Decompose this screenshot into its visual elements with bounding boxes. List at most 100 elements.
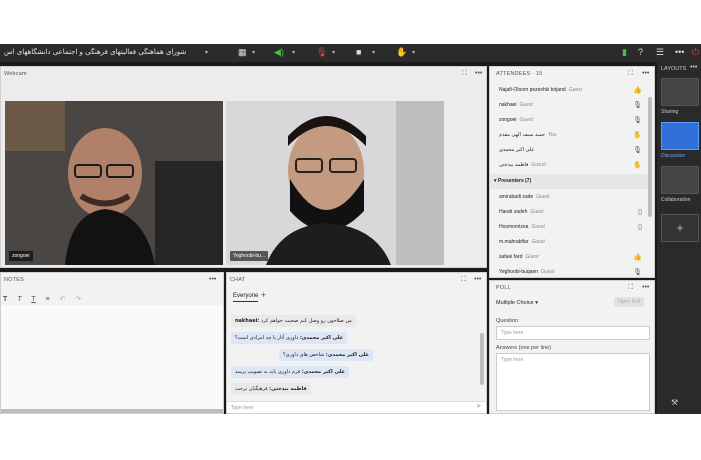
attendee-row[interactable]: amirabadi zade Guest bbox=[490, 190, 648, 205]
layout-label: Sharing bbox=[661, 109, 679, 115]
tools-icon[interactable]: ⚒ bbox=[671, 398, 678, 407]
open-poll-button[interactable]: Open Poll bbox=[614, 297, 644, 307]
attendees-pod: ATTENDEES · 15 ⛶ ••• Najafi-Oloom pezesh… bbox=[489, 66, 655, 278]
more-icon[interactable]: ••• bbox=[209, 276, 216, 283]
attendee-row[interactable]: nakhaei Guest 🎙 bbox=[490, 98, 648, 113]
power-icon[interactable]: ⏻ bbox=[692, 47, 699, 58]
question-input[interactable]: Type here bbox=[496, 326, 650, 340]
notes-scrollbar[interactable] bbox=[1, 409, 223, 413]
chat-author: علی اکبر محمدی: bbox=[299, 335, 344, 341]
notes-editor[interactable] bbox=[1, 305, 223, 413]
attendee-role: Guest bbox=[519, 117, 533, 123]
group-title: Presenters (7) bbox=[497, 178, 532, 184]
bold-button[interactable]: T bbox=[3, 296, 7, 303]
attendee-role: Guest bbox=[531, 224, 545, 230]
attendee-row[interactable]: Harati zadeh Guest ▯ bbox=[490, 205, 648, 220]
attendee-row[interactable]: zongoei Guest 🎙 bbox=[490, 113, 648, 128]
more-icon[interactable]: ••• bbox=[642, 284, 649, 291]
chevron-down-icon[interactable]: ▾ bbox=[332, 49, 335, 56]
attendee-role: Guest bbox=[531, 239, 545, 245]
grid-icon[interactable]: ▦ bbox=[238, 47, 247, 58]
poll-type-select[interactable]: Multiple Choice ▾ bbox=[496, 300, 538, 306]
maximize-icon[interactable]: ⛶ bbox=[461, 276, 466, 284]
mic-muted-icon: 🎙 bbox=[633, 146, 642, 154]
poll-pod: POLL ⛶ ••• Multiple Choice ▾ Open Poll Q… bbox=[489, 280, 655, 414]
attendee-name: Najafi-Oloom pezeshki birjand bbox=[499, 87, 566, 93]
underline-button[interactable]: T bbox=[31, 296, 35, 303]
attendees-scrollbar[interactable] bbox=[648, 97, 652, 217]
send-icon[interactable]: ➤ bbox=[476, 402, 482, 410]
attendee-row[interactable]: Hosmonrizea Guest ▯ bbox=[490, 220, 648, 235]
chevron-down-icon[interactable]: ▾ bbox=[292, 49, 295, 56]
chevron-down-icon[interactable]: ▾ bbox=[372, 49, 375, 56]
attendee-role: Guest bbox=[541, 269, 555, 275]
maximize-icon[interactable]: ⛶ bbox=[628, 284, 633, 292]
attendee-row[interactable]: حمید سیف الهی مقدم You ✋ bbox=[490, 128, 648, 143]
attendee-name: m.mahrabifar bbox=[499, 239, 529, 245]
attendee-row[interactable]: safaei fard Guest 👍 bbox=[490, 250, 648, 265]
chevron-down-icon[interactable]: ▾ bbox=[412, 49, 415, 56]
maximize-icon[interactable]: ⛶ bbox=[462, 70, 467, 78]
mic-icon: 🎙 bbox=[633, 269, 642, 276]
help-icon[interactable]: ? bbox=[638, 47, 643, 58]
presenters-group-header[interactable]: ▾ Presenters (7) bbox=[490, 174, 648, 189]
mic-muted-icon: 🎙 bbox=[633, 102, 642, 109]
attendee-row[interactable]: فاطمه بیدختی Guest ✋ bbox=[490, 158, 648, 173]
redo-button[interactable]: ↷ bbox=[75, 296, 81, 303]
layouts-title: LAYOUTS bbox=[661, 66, 687, 72]
more-icon[interactable]: ••• bbox=[675, 47, 684, 58]
list-button[interactable]: ≡ bbox=[46, 296, 50, 303]
thumbs-up-icon: 👍 bbox=[633, 87, 642, 94]
thumbs-up-icon: 👍 bbox=[633, 254, 642, 261]
chat-author: nakhaei: bbox=[235, 318, 260, 324]
attendee-row[interactable]: Yeghoobi-buqaen Guest 🎙 bbox=[490, 265, 648, 280]
layout-thumb-collaboration[interactable] bbox=[661, 166, 699, 194]
chat-scrollbar[interactable] bbox=[480, 333, 484, 385]
chat-message: فاطمه بیدختی: فرهنگیان نرجت bbox=[231, 383, 311, 395]
attendee-name: zongoei bbox=[499, 117, 517, 123]
chevron-down-icon[interactable]: ▾ bbox=[252, 49, 255, 56]
more-icon[interactable]: ••• bbox=[642, 70, 649, 77]
raise-hand-icon[interactable]: ✋ bbox=[396, 47, 407, 58]
maximize-icon[interactable]: ⛶ bbox=[628, 70, 633, 78]
chat-text: شاخص های داوری؟ bbox=[283, 352, 325, 358]
video-feed-left[interactable]: zongoei bbox=[5, 101, 223, 265]
add-layout-button[interactable]: + bbox=[661, 214, 699, 242]
chevron-down-icon[interactable]: ▾ bbox=[205, 49, 208, 56]
video-feed-right[interactable]: Yeghoobi-bu... bbox=[226, 101, 444, 265]
chat-input[interactable]: Type here bbox=[227, 401, 486, 413]
italic-button[interactable]: T bbox=[17, 296, 21, 303]
add-tab-button[interactable]: + bbox=[261, 290, 266, 300]
mic-icon: 🎙 bbox=[633, 117, 642, 124]
attendee-name: Yeghoobi-buqaen bbox=[499, 269, 539, 275]
more-icon[interactable]: ••• bbox=[474, 276, 481, 283]
hand-icon: ✋ bbox=[633, 161, 642, 169]
attendee-row[interactable]: علی اکبر محمدی 🎙 bbox=[490, 143, 648, 158]
pod-title: Webcam bbox=[4, 71, 27, 77]
notes-toolbar: T T T ≡ ↶ ↷ bbox=[3, 295, 81, 303]
more-icon[interactable]: ••• bbox=[475, 70, 482, 77]
pod-title: CHAT bbox=[230, 277, 246, 283]
answers-label: Answers (one per line) bbox=[496, 345, 552, 351]
poll-type-label: Multiple Choice bbox=[496, 300, 534, 306]
layout-thumb-discussion[interactable] bbox=[661, 122, 699, 150]
tab-everyone[interactable]: Everyone bbox=[233, 293, 259, 302]
camera-icon[interactable]: ■ bbox=[356, 47, 361, 58]
attendee-name: فاطمه بیدختی bbox=[499, 162, 529, 168]
phone-icon: ▯ bbox=[638, 224, 642, 231]
layout-thumb-sharing[interactable] bbox=[661, 78, 699, 106]
phone-icon: ▯ bbox=[638, 209, 642, 216]
attendee-role: Guest bbox=[525, 254, 539, 260]
more-icon[interactable]: ☰ bbox=[656, 47, 664, 58]
attendee-row[interactable]: m.mahrabifar Guest bbox=[490, 235, 648, 250]
undo-button[interactable]: ↶ bbox=[60, 296, 66, 303]
video-name-label: zongoei bbox=[9, 251, 33, 261]
mic-muted-icon[interactable]: 🎙 bbox=[316, 47, 327, 58]
attendee-row[interactable]: Najafi-Oloom pezeshki birjand Guest 👍 bbox=[490, 83, 648, 98]
video-name-label: Yeghoobi-bu... bbox=[230, 251, 269, 261]
answers-input[interactable]: Type here bbox=[496, 353, 650, 411]
more-icon[interactable]: ••• bbox=[690, 64, 697, 71]
meeting-body: Webcam ⛶ ••• zongoei Yeghoobi-bu... ATTE… bbox=[0, 62, 701, 414]
speaker-icon[interactable]: ◀) bbox=[274, 47, 284, 58]
meeting-title: شورای هماهنگی فعالیتهای فرهنگی و اجتماعی… bbox=[4, 48, 187, 56]
